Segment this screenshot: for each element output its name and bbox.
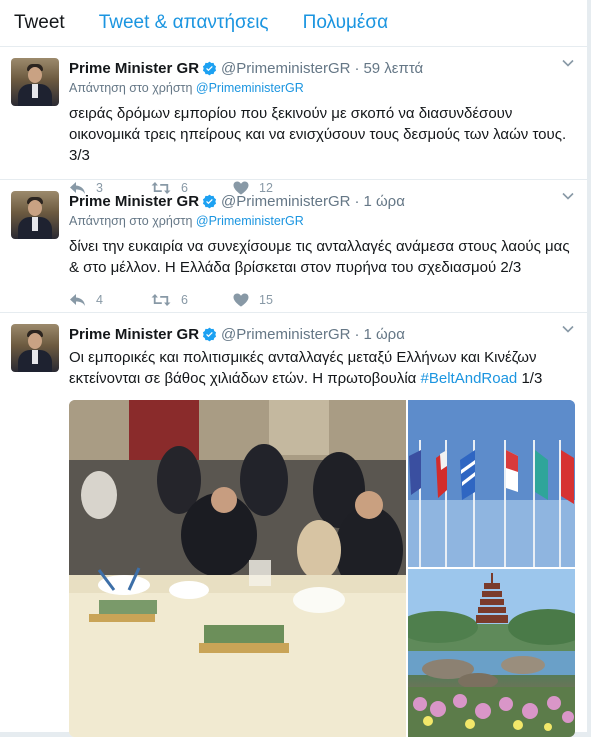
reply-context: Απάντηση στο χρήστη @PrimeministerGR [69,81,573,95]
reply-handle-link[interactable]: @PrimeministerGR [196,214,304,228]
pagoda-photo-illustration [398,569,575,737]
author-handle[interactable]: @PrimeministerGR [221,60,350,77]
flags-photo-illustration [408,400,575,567]
like-count: 15 [259,293,273,307]
tweet-time[interactable]: 1 ώρα [363,193,404,210]
like-button[interactable]: 15 [233,293,315,307]
author-handle[interactable]: @PrimeministerGR [221,326,350,343]
tweet-header: Prime Minister GR @PrimeministerGR · 1 ώ… [69,190,573,212]
avatar[interactable] [11,58,59,106]
retweet-button[interactable]: 6 [151,293,233,307]
profile-tabs: Tweet Tweet & απαντήσεις Πολυμέσα [0,0,587,47]
tweet-header: Prime Minister GR @PrimeministerGR · 1 ώ… [69,323,573,345]
tweet[interactable]: Prime Minister GR @PrimeministerGR · 1 ώ… [0,180,587,313]
avatar[interactable] [11,191,59,239]
verified-badge-icon [202,194,217,208]
hashtag-link[interactable]: #BeltAndRoad [421,370,518,387]
author-name[interactable]: Prime Minister GR [69,326,199,343]
chevron-down-icon[interactable] [561,322,575,336]
separator-dot: · [354,325,360,343]
reply-icon [70,294,85,306]
media-photo-flags[interactable] [408,400,575,567]
media-photo-pagoda-garden[interactable] [398,569,575,737]
tweet-time[interactable]: 59 λεπτά [363,60,423,77]
tweet-text: Οι εμπορικές και πολιτισμικές ανταλλαγές… [69,347,573,389]
reply-button[interactable]: 4 [69,293,151,307]
verified-badge-icon [202,61,217,75]
tab-media[interactable]: Πολυμέσα [303,12,389,34]
separator-dot: · [354,192,360,210]
tweet-text-suffix: 1/3 [517,370,543,387]
reply-handle-link[interactable]: @PrimeministerGR [196,81,304,95]
tweet[interactable]: Prime Minister GR @PrimeministerGR · 1 ώ… [0,313,587,737]
chevron-down-icon[interactable] [561,189,575,203]
retweet-count: 6 [181,293,188,307]
profile-timeline: Tweet Tweet & απαντήσεις Πολυμέσα Prime … [0,0,588,737]
tweet[interactable]: Prime Minister GR @PrimeministerGR · 59 … [0,47,587,195]
tweet-header: Prime Minister GR @PrimeministerGR · 59 … [69,57,573,79]
tweet-text: σειράς δρόμων εμπορίου που ξεκινούν με σ… [69,105,567,164]
verified-badge-icon [202,327,217,341]
heart-icon [233,293,249,307]
reply-prefix: Απάντηση στο χρήστη [69,81,193,95]
author-name[interactable]: Prime Minister GR [69,60,199,77]
tab-tweets-and-replies[interactable]: Tweet & απαντήσεις [99,12,269,34]
media-photo-banquet[interactable] [69,400,406,737]
reply-prefix: Απάντηση στο χρήστη [69,214,193,228]
chevron-down-icon[interactable] [561,56,575,70]
author-handle[interactable]: @PrimeministerGR [221,193,350,210]
tab-tweets[interactable]: Tweet [14,12,65,34]
banquet-photo-illustration [69,400,406,737]
author-name[interactable]: Prime Minister GR [69,193,199,210]
tweet-time[interactable]: 1 ώρα [363,326,404,343]
media-grid [69,400,575,737]
separator-dot: · [354,59,360,77]
reply-count: 4 [96,293,103,307]
avatar[interactable] [11,324,59,372]
reply-context: Απάντηση στο χρήστη @PrimeministerGR [69,214,573,228]
retweet-icon [151,294,171,306]
tweet-text: δίνει την ευκαιρία να συνεχίσουμε τις αν… [69,238,570,276]
